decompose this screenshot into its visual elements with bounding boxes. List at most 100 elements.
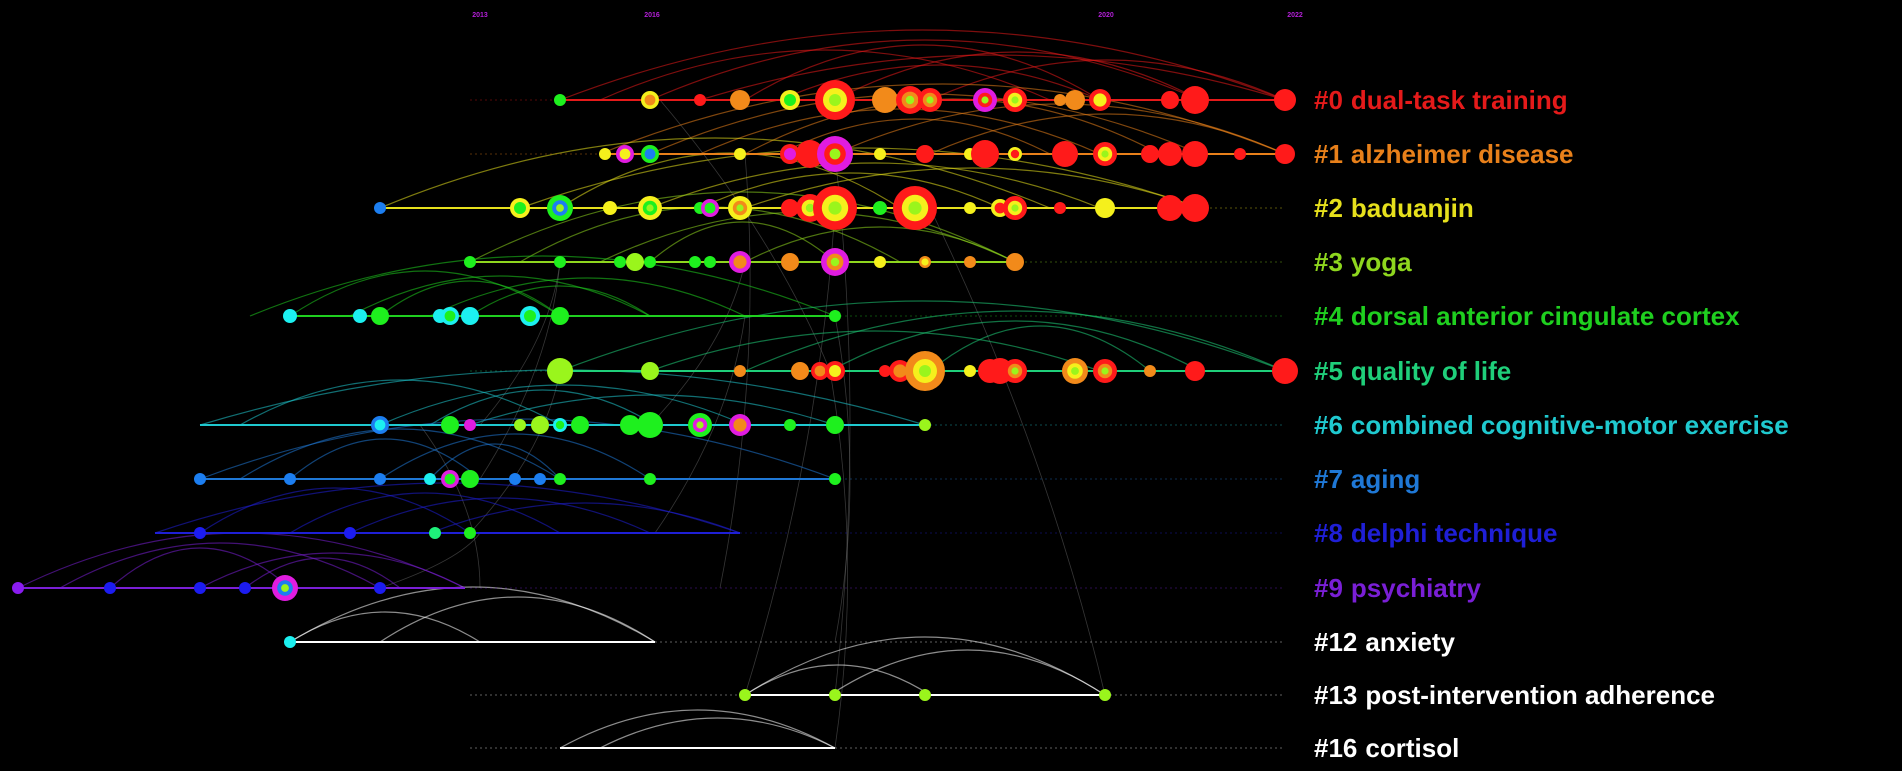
cluster-node[interactable] — [829, 473, 841, 485]
cluster-node[interactable] — [1095, 198, 1115, 218]
cluster-label[interactable]: #9 psychiatry — [1314, 573, 1482, 603]
cluster-node[interactable] — [464, 419, 476, 431]
cluster-label[interactable]: #2 baduanjin — [1314, 193, 1474, 223]
cluster-node[interactable] — [637, 412, 663, 438]
cluster-node[interactable] — [872, 87, 898, 113]
cluster-node[interactable] — [551, 307, 569, 325]
cluster-node[interactable] — [603, 201, 617, 215]
cluster-node[interactable] — [784, 419, 796, 431]
cluster-node[interactable] — [554, 94, 566, 106]
cluster-node[interactable] — [374, 582, 386, 594]
cluster-node[interactable] — [916, 145, 934, 163]
cluster-node[interactable] — [1054, 202, 1066, 214]
cluster-node[interactable] — [1099, 689, 1111, 701]
cluster-node[interactable] — [919, 689, 931, 701]
cluster-label[interactable]: #0 dual-task training — [1314, 85, 1568, 115]
cluster-node[interactable] — [1054, 94, 1066, 106]
cluster-node[interactable] — [626, 253, 644, 271]
cluster-node[interactable] — [734, 365, 746, 377]
cluster-node[interactable] — [1181, 194, 1209, 222]
cluster-node[interactable] — [464, 256, 476, 268]
cluster-node[interactable] — [1272, 358, 1298, 384]
cluster-node[interactable] — [424, 473, 436, 485]
cluster-node[interactable] — [1182, 141, 1208, 167]
cluster-node[interactable] — [644, 473, 656, 485]
cluster-node[interactable] — [344, 527, 356, 539]
cluster-node[interactable] — [829, 310, 841, 322]
cluster-node[interactable] — [283, 309, 297, 323]
cluster-node[interactable] — [534, 473, 546, 485]
cluster-label[interactable]: #16 cortisol — [1314, 733, 1459, 763]
cluster-node[interactable] — [614, 256, 626, 268]
cluster-node[interactable] — [353, 309, 367, 323]
cluster-node[interactable] — [971, 140, 999, 168]
cluster-node[interactable] — [571, 416, 589, 434]
cluster-node[interactable] — [374, 473, 386, 485]
cluster-node[interactable] — [829, 689, 841, 701]
cluster-label[interactable]: #7 aging — [1314, 464, 1420, 494]
cluster-node[interactable] — [874, 256, 886, 268]
cluster-node[interactable] — [694, 94, 706, 106]
cluster-node[interactable] — [1141, 145, 1159, 163]
cluster-label[interactable]: #3 yoga — [1314, 247, 1412, 277]
cluster-node[interactable] — [704, 256, 716, 268]
cluster-node[interactable] — [514, 419, 526, 431]
cluster-node[interactable] — [641, 362, 659, 380]
cluster-node[interactable] — [919, 419, 931, 431]
cluster-node[interactable] — [1161, 91, 1179, 109]
cluster-label[interactable]: #12 anxiety — [1314, 627, 1456, 657]
cluster-node[interactable] — [1157, 195, 1183, 221]
cluster-node[interactable] — [194, 527, 206, 539]
cluster-node[interactable] — [531, 416, 549, 434]
cluster-node[interactable] — [791, 362, 809, 380]
cluster-node[interactable] — [599, 148, 611, 160]
cluster-node[interactable] — [554, 256, 566, 268]
cluster-label[interactable]: #13 post-intervention adherence — [1314, 680, 1715, 710]
cluster-node[interactable] — [781, 253, 799, 271]
cluster-node[interactable] — [194, 473, 206, 485]
cluster-node[interactable] — [1234, 148, 1246, 160]
cluster-node[interactable] — [1006, 253, 1024, 271]
cluster-node[interactable] — [464, 527, 476, 539]
cluster-node[interactable] — [547, 358, 573, 384]
cluster-label[interactable]: #1 alzheimer disease — [1314, 139, 1574, 169]
cluster-node[interactable] — [1065, 90, 1085, 110]
cluster-node[interactable] — [689, 256, 701, 268]
cluster-node[interactable] — [644, 256, 656, 268]
cluster-node[interactable] — [554, 473, 566, 485]
cluster-node[interactable] — [12, 582, 24, 594]
cluster-node[interactable] — [239, 582, 251, 594]
cluster-node[interactable] — [509, 473, 521, 485]
cluster-node[interactable] — [739, 689, 751, 701]
cluster-node[interactable] — [284, 636, 296, 648]
cluster-label[interactable]: #5 quality of life — [1314, 356, 1511, 386]
cluster-node[interactable] — [1185, 361, 1205, 381]
cluster-node[interactable] — [730, 90, 750, 110]
cluster-node[interactable] — [1181, 86, 1209, 114]
cluster-node[interactable] — [284, 473, 296, 485]
cluster-node[interactable] — [1158, 142, 1182, 166]
cluster-node[interactable] — [964, 256, 976, 268]
cluster-node[interactable] — [1052, 141, 1078, 167]
cluster-node[interactable] — [826, 416, 844, 434]
cluster-node[interactable] — [371, 307, 389, 325]
cluster-node[interactable] — [374, 202, 386, 214]
cluster-node[interactable] — [964, 202, 976, 214]
cluster-arc — [154, 482, 741, 534]
cluster-node[interactable] — [1274, 89, 1296, 111]
cluster-node[interactable] — [874, 148, 886, 160]
cluster-node[interactable] — [1144, 365, 1156, 377]
cluster-label[interactable]: #8 delphi technique — [1314, 518, 1558, 548]
cluster-node[interactable] — [441, 416, 459, 434]
cluster-node[interactable] — [429, 527, 441, 539]
cluster-node[interactable] — [104, 582, 116, 594]
cluster-label[interactable]: #4 dorsal anterior cingulate cortex — [1314, 301, 1740, 331]
cluster-node[interactable] — [1275, 144, 1295, 164]
cluster-label[interactable]: #6 combined cognitive-motor exercise — [1314, 410, 1789, 440]
cluster-node[interactable] — [194, 582, 206, 594]
cluster-node[interactable] — [873, 201, 887, 215]
cluster-node[interactable] — [734, 148, 746, 160]
cluster-node[interactable] — [461, 470, 479, 488]
cluster-node[interactable] — [964, 365, 976, 377]
cluster-node[interactable] — [461, 307, 479, 325]
